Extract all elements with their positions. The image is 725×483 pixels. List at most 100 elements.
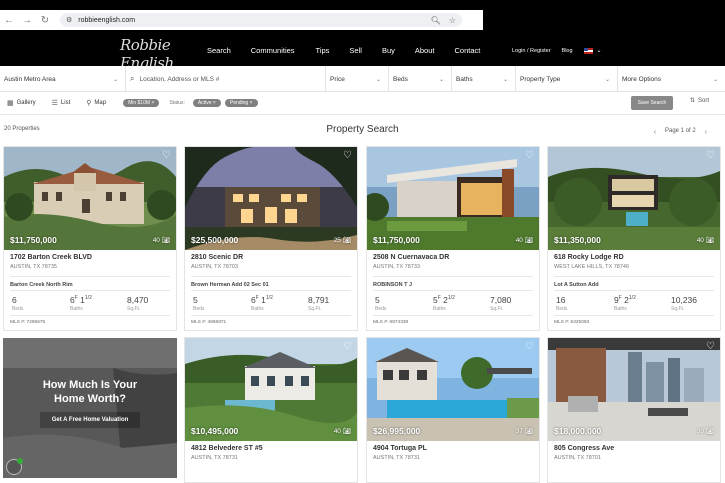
baths-stat: 6F 11/2 Baths	[70, 295, 92, 312]
listing-card[interactable]: ♡ $11,750,000 40 📷︎ 1702 Barton Creek BL…	[3, 146, 177, 331]
sort-button[interactable]: ⇅ Sort	[690, 97, 709, 104]
forward-arrow-icon[interactable]: →	[18, 15, 36, 26]
listing-photo[interactable]: ♡ $11,750,000 40 📷︎	[4, 147, 176, 250]
listing-card[interactable]: ♡ $18,000,000 39 📷︎ 805 Congress Ave AUS…	[547, 337, 721, 483]
sqft-unit: Sq.Ft.	[308, 306, 322, 312]
bookmark-star-icon[interactable]: ☆	[449, 16, 456, 25]
listing-card[interactable]: ♡ $25,500,000 25 📷︎ 2810 Scenic DR AUSTI…	[184, 146, 358, 331]
favorite-heart-icon[interactable]: ♡	[162, 150, 171, 161]
nav-tips[interactable]: Tips	[316, 46, 330, 55]
listing-mls: MLS #: 7296675	[10, 320, 46, 325]
chevron-down-icon: ⌄	[502, 76, 508, 83]
beds-value: 5	[193, 295, 198, 305]
favorite-heart-icon[interactable]: ♡	[525, 150, 534, 161]
listing-subdivision: Brown Herman Add 02 Sec 01	[191, 282, 269, 288]
view-map-tab[interactable]: ⚲ Map	[86, 99, 106, 107]
listing-mls: MLS #: 6325093	[554, 320, 590, 325]
beds-stat: 5 Beds	[193, 295, 204, 312]
back-arrow-icon[interactable]: ←	[0, 15, 18, 26]
listing-photo[interactable]: ♡ $25,500,000 25 📷︎	[185, 147, 357, 250]
favorite-heart-icon[interactable]: ♡	[525, 341, 534, 352]
listing-address[interactable]: 1702 Barton Creek BLVD	[10, 254, 92, 261]
baths-select[interactable]: Baths ⌄	[452, 66, 516, 92]
page-info: Page 1 of 2	[665, 128, 696, 134]
min-price-chip[interactable]: Min $10M ×	[123, 99, 160, 107]
listing-address[interactable]: 4812 Belvedere ST #5	[191, 445, 263, 452]
favorite-heart-icon[interactable]: ♡	[343, 150, 352, 161]
address-url[interactable]: robbieenglish.com	[78, 17, 422, 24]
site-info-icon[interactable]: ⚙	[66, 16, 72, 24]
browser-toolbar: ← → ↻ ⚙ robbieenglish.com 🔍︎ ☆	[0, 10, 483, 30]
home-valuation-button[interactable]: Get A Free Home Valuation	[40, 412, 140, 428]
chevron-down-icon: ⌄	[375, 76, 381, 83]
photo-count-value: 25	[333, 237, 341, 244]
listing-photo[interactable]: ♡ $11,350,000 40 📷︎	[548, 147, 720, 250]
listing-address[interactable]: 2508 N Cuernavaca DR	[373, 254, 449, 261]
prev-page-icon[interactable]: ‹	[648, 124, 662, 138]
map-label: Map	[94, 100, 107, 106]
home-valuation-promo[interactable]: How Much Is Your Home Worth? Get A Free H…	[3, 338, 177, 478]
beds-select[interactable]: Beds ⌄	[389, 66, 452, 92]
blog-link[interactable]: Blog	[562, 48, 573, 54]
nav-buy[interactable]: Buy	[382, 46, 395, 55]
baths-stat: 9F 21/2 Baths	[614, 295, 636, 312]
sqft-unit: Sq.Ft.	[490, 306, 504, 312]
listing-card[interactable]: ♡ $11,750,000 40 📷︎ 2508 N Cuernavaca DR…	[366, 146, 540, 331]
nav-sell[interactable]: Sell	[349, 46, 362, 55]
favorite-heart-icon[interactable]: ♡	[343, 341, 352, 352]
metro-area-select[interactable]: Austin Metro Area ⌄	[0, 66, 126, 92]
address-bar[interactable]: ⚙ robbieenglish.com 🔍︎ ☆	[60, 13, 462, 27]
card-divider	[10, 290, 170, 291]
photo-count: 25 📷︎	[334, 236, 351, 244]
price-select[interactable]: Price ⌄	[326, 66, 389, 92]
property-type-select[interactable]: Property Type ⌄	[516, 66, 618, 92]
photo-count: 39 📷︎	[697, 427, 714, 435]
listing-photo[interactable]: ♡ $18,000,000 39 📷︎	[548, 338, 720, 441]
listing-card[interactable]: ♡ $26,995,000 37 📷︎ 4904 Tortuga PL AUST…	[366, 337, 540, 483]
listing-card[interactable]: ♡ $10,495,000 40 📷︎ 4812 Belvedere ST #5…	[184, 337, 358, 483]
active-status-chip[interactable]: Active ×	[192, 99, 221, 107]
photo-count-value: 40	[152, 237, 160, 244]
listing-city: AUSTIN, TX 78703	[191, 264, 238, 270]
nav-contact[interactable]: Contact	[454, 46, 480, 55]
listing-photo[interactable]: ♡ $26,995,000 37 📷︎	[367, 338, 539, 441]
card-divider	[554, 290, 714, 291]
nav-about[interactable]: About	[415, 46, 435, 55]
photo-count: 40 📷︎	[153, 236, 170, 244]
listing-photo[interactable]: ♡ $11,750,000 40 📷︎	[367, 147, 539, 250]
next-page-icon[interactable]: ›	[699, 124, 713, 138]
login-register-link[interactable]: Login / Register	[512, 48, 551, 54]
chat-avatar-icon[interactable]	[6, 458, 23, 475]
baths-unit: Baths	[251, 306, 264, 312]
promo-background-image	[3, 338, 177, 478]
favorite-heart-icon[interactable]: ♡	[706, 341, 715, 352]
listing-address[interactable]: 2810 Scenic DR	[191, 254, 243, 261]
pending-status-chip[interactable]: Pending ×	[224, 99, 258, 107]
zoom-icon[interactable]: 🔍︎	[431, 16, 441, 25]
listing-photo[interactable]: ♡ $10,495,000 40 📷︎	[185, 338, 357, 441]
listing-city: AUSTIN, TX 78735	[10, 264, 57, 270]
reload-icon[interactable]: ↻	[36, 15, 54, 26]
listing-address[interactable]: 618 Rocky Lodge RD	[554, 254, 624, 261]
nav-communities[interactable]: Communities	[251, 46, 295, 55]
save-search-button[interactable]: Save Search	[631, 96, 673, 110]
listing-address[interactable]: 805 Congress Ave	[554, 445, 614, 452]
more-options-select[interactable]: More Options ⌄	[618, 66, 725, 92]
nav-search[interactable]: Search	[207, 46, 231, 55]
beds-unit: Beds	[193, 306, 205, 312]
listing-address[interactable]: 4904 Tortuga PL	[373, 445, 427, 452]
camera-icon: 📷︎	[161, 237, 170, 244]
listing-card[interactable]: ♡ $11,350,000 40 📷︎ 618 Rocky Lodge RD W…	[547, 146, 721, 331]
filter-row: ▦ Gallery ☰ List ⚲ Map Min $10M × Status…	[0, 92, 725, 115]
location-search-input[interactable]: ⌕ Location, Address or MLS #	[126, 66, 326, 92]
favorite-heart-icon[interactable]: ♡	[706, 150, 715, 161]
chevron-down-icon[interactable]: ⌄	[597, 47, 602, 54]
results-area: 20 Properties Property Search ‹ Page 1 o…	[0, 115, 725, 483]
sqft-unit: Sq.Ft.	[671, 306, 685, 312]
us-flag-icon[interactable]	[583, 47, 593, 54]
baths-label: Baths	[456, 75, 473, 83]
view-gallery-tab[interactable]: ▦ Gallery	[7, 99, 36, 107]
site-logo[interactable]: Robbie English educated · experienced · …	[120, 36, 200, 76]
property-type-label: Property Type	[520, 75, 561, 83]
view-list-tab[interactable]: ☰ List	[52, 99, 71, 107]
